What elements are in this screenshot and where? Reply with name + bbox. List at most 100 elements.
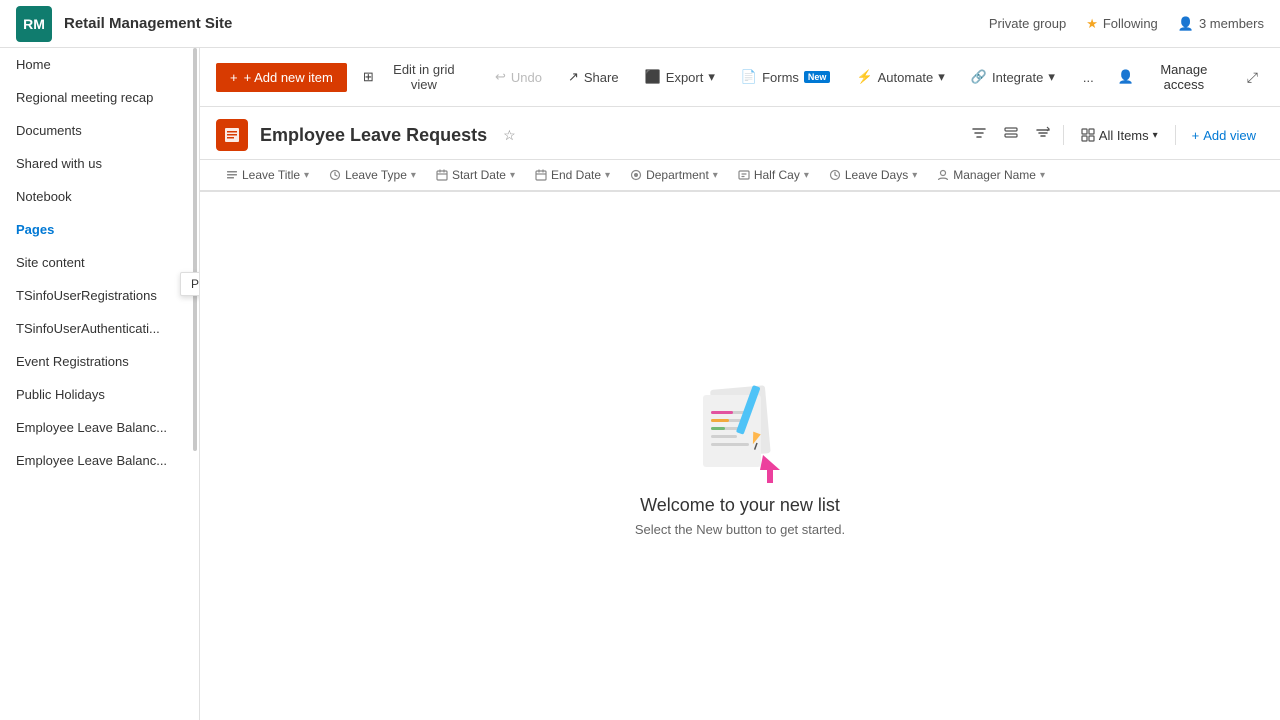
forms-button[interactable]: 📄 Forms New <box>731 63 841 91</box>
members-icon: 👤 <box>1178 16 1194 32</box>
col-department[interactable]: Department ▾ <box>620 160 728 190</box>
sidebar-item-site-content[interactable]: Site content <box>0 246 199 279</box>
view-divider <box>1063 125 1064 145</box>
sidebar-item-tsinfouser-reg[interactable]: TSinfoUserRegistrations <box>0 279 199 312</box>
site-logo: RM <box>16 6 52 42</box>
col-leave-title-icon <box>226 169 238 181</box>
share-label: Share <box>584 70 619 85</box>
export-label: Export <box>666 70 704 85</box>
top-right-controls: Private group ★ Following 👤 3 members <box>989 16 1264 32</box>
undo-icon: ↩ <box>495 69 506 85</box>
favorite-star-icon[interactable]: ☆ <box>503 127 516 144</box>
col-half-day-chevron: ▾ <box>804 170 809 181</box>
undo-button[interactable]: ↩ Undo <box>485 63 552 91</box>
main-content: + + Add new item ⊞ Edit in grid view ↩ U… <box>200 48 1280 720</box>
col-leave-type[interactable]: Leave Type ▾ <box>319 160 426 190</box>
empty-state: Welcome to your new list Select the New … <box>200 192 1280 720</box>
col-leave-days-chevron: ▾ <box>912 170 917 181</box>
sidebar-item-leave-balance2[interactable]: Employee Leave Balanc... <box>0 444 199 477</box>
export-button[interactable]: ⬛ Export ▾ <box>635 63 725 91</box>
col-leave-days-label: Leave Days <box>845 168 908 182</box>
view-label: All Items <box>1099 128 1149 143</box>
col-end-date-icon <box>535 169 547 181</box>
empty-subtitle: Select the New button to get started. <box>635 522 845 537</box>
forms-label: Forms <box>762 70 799 85</box>
expand-button[interactable]: ⤢ <box>1241 63 1264 92</box>
empty-title: Welcome to your new list <box>640 495 840 516</box>
col-leave-title-label: Leave Title <box>242 168 300 182</box>
sidebar-item-leave-balance1[interactable]: Employee Leave Balanc... <box>0 411 199 444</box>
main-wrapper: Home Regional meeting recap Documents Sh… <box>0 48 1280 720</box>
integrate-label: Integrate <box>992 70 1043 85</box>
following-label: Following <box>1103 16 1158 31</box>
group-icon <box>1003 125 1019 141</box>
col-start-date[interactable]: Start Date ▾ <box>426 160 525 190</box>
forms-icon: 📄 <box>741 69 757 85</box>
col-half-day-icon <box>738 169 750 181</box>
list-header: Employee Leave Requests ☆ <box>200 107 1280 160</box>
col-leave-title[interactable]: Leave Title ▾ <box>216 160 319 190</box>
sidebar-item-documents[interactable]: Documents <box>0 114 199 147</box>
edit-grid-button[interactable]: ⊞ Edit in grid view <box>353 56 479 98</box>
more-label: ... <box>1083 70 1094 85</box>
sidebar-item-event-reg[interactable]: Event Registrations <box>0 345 199 378</box>
col-end-date[interactable]: End Date ▾ <box>525 160 620 190</box>
more-button[interactable]: ... <box>1073 64 1104 91</box>
sidebar-item-home[interactable]: Home <box>0 48 199 81</box>
col-department-label: Department <box>646 168 709 182</box>
view-selector[interactable]: All Items ▾ <box>1072 123 1167 148</box>
automate-label: Automate <box>878 70 934 85</box>
col-manager-name-chevron: ▾ <box>1040 170 1045 181</box>
filter-button[interactable] <box>967 121 991 150</box>
col-leave-type-label: Leave Type <box>345 168 407 182</box>
share-icon: ↗ <box>568 69 579 85</box>
undo-label: Undo <box>511 70 542 85</box>
integrate-button[interactable]: 🔗 Integrate ▾ <box>961 63 1065 91</box>
forms-badge: New <box>804 71 831 83</box>
automate-button[interactable]: ⚡ Automate ▾ <box>846 63 954 91</box>
sidebar-item-pages[interactable]: Pages <box>0 213 199 246</box>
private-group-label: Private group <box>989 16 1066 31</box>
toolbar-right: 👤 Manage access ⤢ <box>1110 56 1264 98</box>
add-view-label: Add view <box>1203 128 1256 143</box>
star-icon: ★ <box>1086 16 1098 32</box>
col-start-date-label: Start Date <box>452 168 506 182</box>
members-button[interactable]: 👤 3 members <box>1178 16 1264 32</box>
sidebar-item-tsinfouser-auth[interactable]: TSinfoUserAuthenticati... <box>0 312 199 345</box>
list-title: Employee Leave Requests <box>260 125 487 146</box>
col-leave-title-chevron: ▾ <box>304 170 309 181</box>
plus-icon: + <box>230 70 238 85</box>
sidebar: Home Regional meeting recap Documents Sh… <box>0 48 200 720</box>
share-button[interactable]: ↗ Share <box>558 63 629 91</box>
col-leave-days-icon <box>829 169 841 181</box>
automate-icon: ⚡ <box>856 69 872 85</box>
expand-icon: ⤢ <box>1247 69 1258 85</box>
view-chevron: ▾ <box>1153 130 1158 141</box>
export-icon: ⬛ <box>645 69 661 85</box>
col-leave-days[interactable]: Leave Days ▾ <box>819 160 927 190</box>
toolbar: + + Add new item ⊞ Edit in grid view ↩ U… <box>200 48 1280 107</box>
add-new-label: + Add new item <box>244 70 333 85</box>
integrate-icon: 🔗 <box>971 69 987 85</box>
sidebar-item-regional-meeting[interactable]: Regional meeting recap <box>0 81 199 114</box>
manage-access-label: Manage access <box>1139 62 1229 92</box>
sidebar-item-public-holidays[interactable]: Public Holidays <box>0 378 199 411</box>
add-view-button[interactable]: + Add view <box>1184 124 1264 147</box>
scroll-indicator <box>193 48 197 451</box>
export-chevron: ▾ <box>708 69 715 85</box>
sort-button[interactable] <box>1031 121 1055 150</box>
col-end-date-chevron: ▾ <box>605 170 610 181</box>
group-button[interactable] <box>999 121 1023 150</box>
col-start-date-icon <box>436 169 448 181</box>
plus-icon: + <box>1192 128 1200 143</box>
following-button[interactable]: ★ Following <box>1086 16 1158 32</box>
col-manager-name[interactable]: Manager Name ▾ <box>927 160 1055 190</box>
manage-access-button[interactable]: 👤 Manage access <box>1110 56 1237 98</box>
col-department-icon <box>630 169 642 181</box>
automate-chevron: ▾ <box>938 69 945 85</box>
edit-grid-label: Edit in grid view <box>379 62 469 92</box>
col-half-day[interactable]: Half Cay ▾ <box>728 160 819 190</box>
add-new-item-button[interactable]: + + Add new item <box>216 63 347 92</box>
sidebar-item-notebook[interactable]: Notebook <box>0 180 199 213</box>
sidebar-item-shared[interactable]: Shared with us <box>0 147 199 180</box>
